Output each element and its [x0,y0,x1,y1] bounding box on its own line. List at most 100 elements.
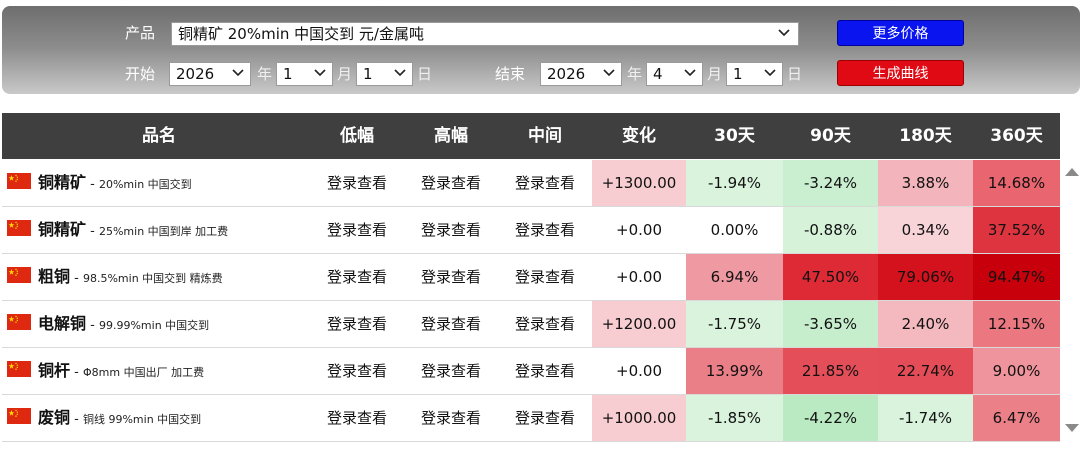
china-flag-icon [7,267,31,283]
col-header-360d[interactable]: 360天 [973,113,1060,159]
price-table-body: 铜精矿 - 20%min 中国交到 登录查看 登录查看 登录查看 +1300.00 -1.… [2,160,1060,442]
end-year-select[interactable]: 2026 [540,62,622,86]
name-separator: - [70,365,83,380]
end-month-unit: 月 [707,65,723,83]
cell-mid[interactable]: 登录查看 [498,395,592,441]
cell-high[interactable]: 登录查看 [404,254,498,300]
cell-change: +0.00 [592,254,686,300]
cell-low[interactable]: 登录查看 [310,301,404,347]
cell-change: +1200.00 [592,301,686,347]
cell-180d: 0.34% [878,207,973,253]
filter-panel: 产品 铜精矿 20%min 中国交到 元/金属吨 更多价格 开始 2026 年 … [2,6,1080,94]
cell-low[interactable]: 登录查看 [310,254,404,300]
cell-mid[interactable]: 登录查看 [498,207,592,253]
cell-change: +1000.00 [592,395,686,441]
start-year-value: 2026 [176,65,215,83]
end-month-select[interactable]: 4 [646,62,703,86]
col-header-low[interactable]: 低幅 [310,113,404,159]
cell-low[interactable]: 登录查看 [310,160,404,206]
start-label: 开始 [125,65,156,83]
cell-180d: 2.40% [878,301,973,347]
end-day-select[interactable]: 1 [726,62,783,86]
cell-high[interactable]: 登录查看 [404,301,498,347]
product-name-cell[interactable]: 铜精矿 - 20%min 中国交到 [38,160,192,206]
chevron-down-icon [603,69,615,77]
col-header-change[interactable]: 变化 [592,113,686,159]
cell-360d: 94.47% [973,254,1060,300]
chevron-down-icon [232,69,244,77]
cell-30d: -1.75% [686,301,783,347]
table-row[interactable]: 废铜 - 铜线 99%min 中国交到 登录查看 登录查看 登录查看 +1000.00-… [2,395,1060,442]
cell-low[interactable]: 登录查看 [310,395,404,441]
start-month-value: 1 [283,65,293,83]
cell-30d: -1.85% [686,395,783,441]
cell-high[interactable]: 登录查看 [404,207,498,253]
product-name-cell[interactable]: 铜精矿 - 25%min 中国到岸 加工费 [38,207,228,253]
more-prices-button[interactable]: 更多价格 [837,20,964,46]
product-spec: 20%min 中国交到 [98,178,192,191]
cell-mid[interactable]: 登录查看 [498,160,592,206]
start-month-select[interactable]: 1 [276,62,333,86]
table-row[interactable]: 铜精矿 - 25%min 中国到岸 加工费 登录查看 登录查看 登录查看 +0.00 0.… [2,207,1060,254]
start-year-select[interactable]: 2026 [169,62,251,86]
product-name[interactable]: 铜精矿 [38,220,86,239]
scroll-down-arrow-icon[interactable] [1065,424,1079,432]
product-name[interactable]: 铜精矿 [38,173,86,192]
product-spec: 98.5%min 中国交到 精炼费 [82,272,223,285]
chevron-down-icon [778,29,790,37]
start-day-value: 1 [363,65,373,83]
cell-180d: 3.88% [878,160,973,206]
cell-change: +1300.00 [592,160,686,206]
cell-high[interactable]: 登录查看 [404,395,498,441]
col-header-180d[interactable]: 180天 [878,113,973,159]
table-row[interactable]: 铜精矿 - 20%min 中国交到 登录查看 登录查看 登录查看 +1300.00 -1.… [2,160,1060,207]
start-day-select[interactable]: 1 [356,62,413,86]
end-month-value: 4 [653,65,663,83]
table-row[interactable]: 粗铜 - 98.5%min 中国交到 精炼费 登录查看 登录查看 登录查看 +0.00 6… [2,254,1060,301]
cell-low[interactable]: 登录查看 [310,348,404,394]
cell-90d: -3.24% [783,160,878,206]
table-row[interactable]: 电解铜 - 99.99%min 中国交到 登录查看 登录查看 登录查看 +1200.00… [2,301,1060,348]
col-header-high[interactable]: 高幅 [404,113,498,159]
product-name[interactable]: 粗铜 [38,267,70,286]
product-name[interactable]: 电解铜 [38,314,86,333]
end-year-value: 2026 [547,65,586,83]
cell-180d: 79.06% [878,254,973,300]
col-header-90d[interactable]: 90天 [783,113,878,159]
cell-mid[interactable]: 登录查看 [498,348,592,394]
table-row[interactable]: 铜杆 - Φ8mm 中国出厂 加工费 登录查看 登录查看 登录查看 +0.00 13.99… [2,348,1060,395]
china-flag-icon [7,361,31,377]
product-name-cell[interactable]: 电解铜 - 99.99%min 中国交到 [38,301,209,347]
product-select-value: 铜精矿 20%min 中国交到 元/金属吨 [178,25,424,43]
cell-mid[interactable]: 登录查看 [498,301,592,347]
col-header-mid[interactable]: 中间 [498,113,592,159]
product-name[interactable]: 铜杆 [38,361,70,380]
product-label: 产品 [125,24,156,42]
cell-low[interactable]: 登录查看 [310,207,404,253]
product-name[interactable]: 废铜 [38,408,70,427]
col-header-name[interactable]: 品名 [2,113,316,159]
generate-chart-button[interactable]: 生成曲线 [837,60,964,86]
cell-30d: -1.94% [686,160,783,206]
col-header-30d[interactable]: 30天 [686,113,783,159]
cell-high[interactable]: 登录查看 [404,348,498,394]
cell-change: +0.00 [592,348,686,394]
name-separator: - [70,271,83,286]
product-select[interactable]: 铜精矿 20%min 中国交到 元/金属吨 [171,22,799,46]
end-day-value: 1 [733,65,743,83]
name-separator: - [86,318,99,333]
product-name-cell[interactable]: 废铜 - 铜线 99%min 中国交到 [38,395,201,441]
table-scrollbar[interactable] [1062,160,1080,442]
cell-360d: 9.00% [973,348,1060,394]
product-spec: Φ8mm 中国出厂 加工费 [82,366,205,379]
product-name-cell[interactable]: 铜杆 - Φ8mm 中国出厂 加工费 [38,348,204,394]
cell-high[interactable]: 登录查看 [404,160,498,206]
cell-90d: -4.22% [783,395,878,441]
end-label: 结束 [495,65,526,83]
cell-mid[interactable]: 登录查看 [498,254,592,300]
china-flag-icon [7,173,31,189]
product-name-cell[interactable]: 粗铜 - 98.5%min 中国交到 精炼费 [38,254,223,300]
start-year-unit: 年 [257,65,273,83]
product-spec: 99.99%min 中国交到 [98,319,210,332]
scroll-up-arrow-icon[interactable] [1065,168,1079,176]
